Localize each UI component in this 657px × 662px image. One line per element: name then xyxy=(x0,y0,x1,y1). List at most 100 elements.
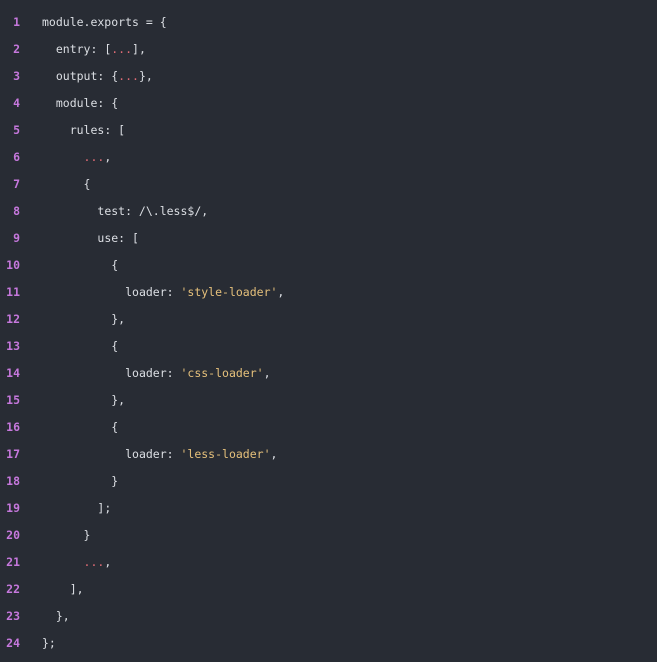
line-number: 13 xyxy=(6,339,20,353)
code-token-string: 'less-loader' xyxy=(180,447,271,461)
code-line[interactable]: 17 loader: 'less-loader', xyxy=(0,441,284,468)
code-text: ], xyxy=(42,576,84,603)
code-line[interactable]: 16 { xyxy=(0,414,284,441)
code-line[interactable]: 12 }, xyxy=(0,306,284,333)
code-text: }, xyxy=(42,603,70,630)
line-number: 6 xyxy=(13,150,20,164)
code-line[interactable]: 18 } xyxy=(0,468,284,495)
code-line[interactable]: 7 { xyxy=(0,171,284,198)
code-line[interactable]: 15 }, xyxy=(0,387,284,414)
code-line[interactable]: 14 loader: 'css-loader', xyxy=(0,360,284,387)
code-token-plain: ]; xyxy=(97,501,112,515)
code-token-plain: }, xyxy=(111,312,126,326)
line-number: 8 xyxy=(13,204,20,218)
code-token-plain: , xyxy=(263,366,271,380)
code-token-plain: loader: xyxy=(125,447,181,461)
code-line[interactable]: 10 { xyxy=(0,252,284,279)
code-line[interactable]: 21 ..., xyxy=(0,549,284,576)
code-line[interactable]: 11 loader: 'style-loader', xyxy=(0,279,284,306)
code-token-plain: use: [ xyxy=(97,231,139,245)
code-line[interactable]: 22 ], xyxy=(0,576,284,603)
code-token-ellipsis: ... xyxy=(83,555,105,569)
code-token-plain: }, xyxy=(55,609,70,623)
code-token-plain: } xyxy=(111,474,119,488)
code-line[interactable]: 13 { xyxy=(0,333,284,360)
line-number: 5 xyxy=(13,123,20,137)
line-number: 11 xyxy=(6,285,20,299)
line-number: 12 xyxy=(6,312,20,326)
code-token-plain: , xyxy=(104,150,112,164)
code-token-string: 'css-loader' xyxy=(180,366,264,380)
code-line[interactable]: 24}; xyxy=(0,630,284,657)
code-text: }, xyxy=(42,387,125,414)
line-number: 9 xyxy=(13,231,20,245)
line-number: 18 xyxy=(6,474,20,488)
line-number: 7 xyxy=(13,177,20,191)
code-token-plain: , xyxy=(277,285,285,299)
code-token-plain: { xyxy=(111,339,119,353)
code-text: loader: 'style-loader', xyxy=(42,279,284,306)
code-line[interactable]: 1 module.exports = { xyxy=(0,9,284,36)
code-token-plain: test: /\.less$/, xyxy=(97,204,209,218)
code-token-plain: output: { xyxy=(55,69,119,83)
code-block: 1 module.exports = {2 entry: [...], 3 outp… xyxy=(0,9,284,657)
line-number: 15 xyxy=(6,393,20,407)
code-line[interactable]: 9 use: [ xyxy=(0,225,284,252)
code-text: { xyxy=(42,252,118,279)
code-token-plain: } xyxy=(83,528,91,542)
line-number: 4 xyxy=(13,96,20,110)
line-number: 3 xyxy=(13,69,20,83)
code-text: rules: [ xyxy=(42,117,125,144)
code-line[interactable]: 5 rules: [ xyxy=(0,117,284,144)
code-token-plain: , xyxy=(270,447,278,461)
line-number: 2 xyxy=(13,42,20,56)
code-line[interactable]: 2 entry: [...], xyxy=(0,36,284,63)
code-line[interactable]: 8 test: /\.less$/, xyxy=(0,198,284,225)
code-token-ellipsis: ... xyxy=(111,42,133,56)
code-text: loader: 'less-loader', xyxy=(42,441,277,468)
line-number: 23 xyxy=(6,609,20,623)
code-text: } xyxy=(42,468,118,495)
code-token-plain: ], xyxy=(69,582,84,596)
code-line[interactable]: 3 output: {...}, xyxy=(0,63,284,90)
code-token-plain: module.exports = { xyxy=(42,15,167,29)
code-text: module.exports = { xyxy=(42,9,167,36)
code-line[interactable]: 6 ..., xyxy=(0,144,284,171)
code-line[interactable]: 19 ]; xyxy=(0,495,284,522)
code-token-plain: }; xyxy=(42,636,56,650)
code-line[interactable]: 23 }, xyxy=(0,603,284,630)
code-token-plain: ], xyxy=(132,42,146,56)
code-line[interactable]: 20 } xyxy=(0,522,284,549)
code-line[interactable]: 4 module: { xyxy=(0,90,284,117)
line-number: 14 xyxy=(6,366,20,380)
line-number: 1 xyxy=(13,15,20,29)
line-number: 21 xyxy=(6,555,20,569)
code-text: { xyxy=(42,171,91,198)
code-text: entry: [...], xyxy=(42,36,146,63)
code-token-string: 'style-loader' xyxy=(180,285,278,299)
code-token-plain: entry: [ xyxy=(55,42,112,56)
code-token-ellipsis: ... xyxy=(118,69,139,83)
code-text: ..., xyxy=(42,549,112,576)
code-editor[interactable]: 1 module.exports = {2 entry: [...], 3 outp… xyxy=(0,0,657,662)
line-number: 17 xyxy=(6,447,20,461)
code-text: { xyxy=(42,414,118,441)
line-number: 16 xyxy=(6,420,20,434)
code-text: module: { xyxy=(42,90,118,117)
code-text: ]; xyxy=(42,495,111,522)
